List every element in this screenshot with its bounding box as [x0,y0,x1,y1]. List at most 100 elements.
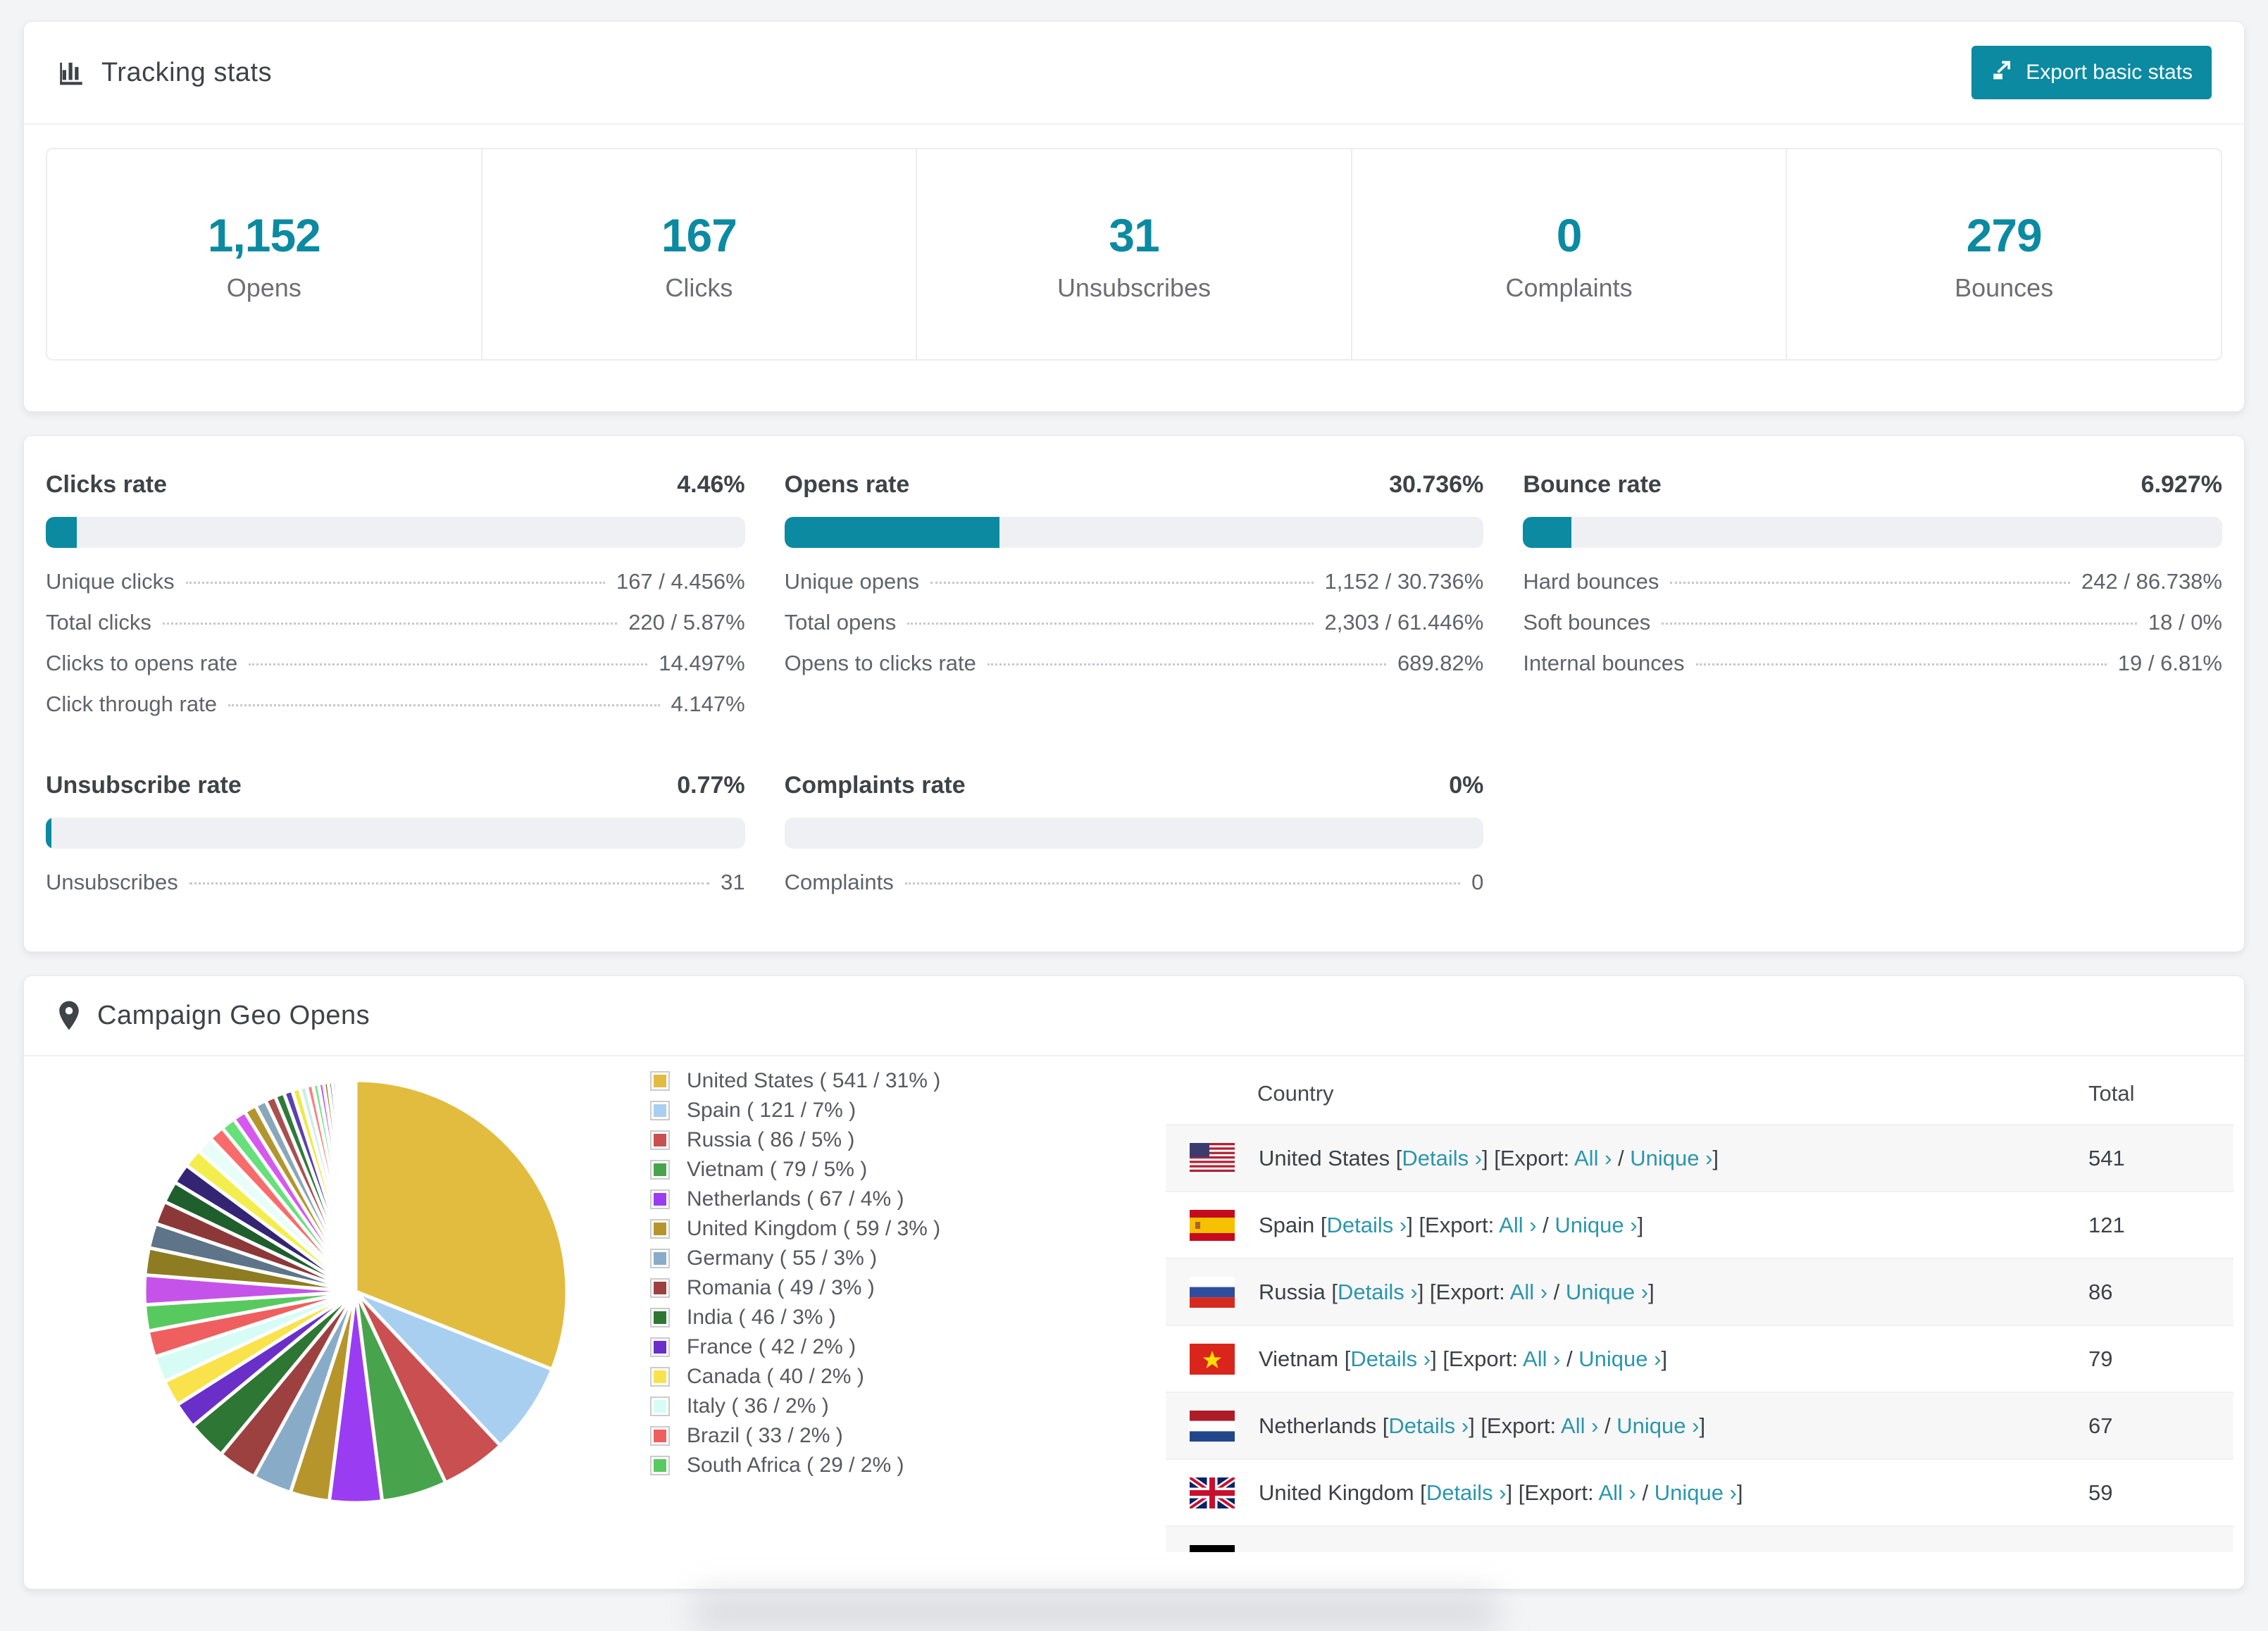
bracket-close: ] [1736,1480,1743,1505]
rate-progress-track [784,517,1484,548]
legend-label: Spain ( 121 / 7% ) [687,1099,856,1122]
stat-label: Unsubscribes [1057,273,1211,302]
legend-swatch-color [654,1341,666,1354]
legend-swatch-color [654,1104,666,1117]
export-all-link[interactable]: All › [1574,1146,1612,1170]
campaign-geo-opens-card: Campaign Geo Opens United States ( 541 /… [23,975,2245,1589]
summary-stats-row: 1,152 Opens 167 Clicks 31 Unsubscribes 0 Compla… [46,148,2222,361]
rates-grid: Clicks rate 4.46% Unique clicks 167 / 4.456… [46,471,2222,911]
export-all-link[interactable]: All › [1499,1213,1536,1237]
rate-progress-fill [46,818,51,849]
legend-swatch [650,1308,670,1327]
legend-item-united-states[interactable]: United States ( 541 / 31% ) [650,1066,940,1096]
flag-icon-us [1190,1142,1235,1174]
details-link[interactable]: Details › [1338,1280,1418,1304]
details-link[interactable]: Details › [1350,1346,1431,1371]
export-unique-link[interactable]: Unique › [1578,1346,1661,1371]
country-name: Spain [ [1259,1212,1327,1237]
legend-item-vietnam[interactable]: Vietnam ( 79 / 5% ) [650,1155,940,1185]
geo-table-header-country: Country [1257,1081,1334,1106]
rate-value: 30.736% [1389,471,1484,498]
legend-swatch-color [654,1311,666,1324]
export-all-link[interactable]: All › [1523,1346,1560,1371]
legend-label: Brazil ( 33 / 2% ) [687,1424,843,1447]
legend-swatch [650,1367,670,1387]
table-row-inner: Russia [Details ›] [Export: All › / Uniq… [1166,1276,2233,1308]
total-cell: 55 [2088,1548,2233,1553]
rate-value: 0.77% [677,772,745,799]
export-unique-link[interactable]: Unique › [1566,1280,1648,1304]
export-all-link[interactable]: All › [1561,1413,1598,1438]
export-unique-link[interactable]: Unique › [1616,1413,1699,1438]
table-row-spain: Spain [Details ›] [Export: All › / Uniqu… [1166,1191,2233,1258]
rate-row-value: 31 [721,870,745,894]
slash-separator: / [1560,1346,1579,1371]
dotted-leader [189,882,710,885]
summary-stat-unsubscribes[interactable]: 31 Unsubscribes [916,149,1351,359]
summary-stat-opens[interactable]: 1,152 Opens [47,149,481,359]
legend-swatch-color [654,1282,666,1294]
legend-item-south-africa[interactable]: South Africa ( 29 / 2% ) [650,1451,940,1480]
legend-item-germany[interactable]: Germany ( 55 / 3% ) [650,1244,940,1273]
country-name: United Kingdom [ [1259,1480,1426,1505]
legend-item-india[interactable]: India ( 46 / 3% ) [650,1303,940,1332]
export-unique-link[interactable]: Unique › [1655,1480,1737,1505]
export-basic-stats-button[interactable]: Export basic stats [1971,46,2212,99]
legend-item-romania[interactable]: Romania ( 49 / 3% ) [650,1273,940,1303]
rate-row-label: Soft bounces [1523,610,1651,635]
legend-item-netherlands[interactable]: Netherlands ( 67 / 4% ) [650,1185,940,1214]
flag-icon-gb [1190,1477,1235,1508]
summary-stat-complaints[interactable]: 0 Complaints [1350,149,1786,359]
details-link[interactable]: Details › [1327,1213,1407,1237]
rate-row-label: Unsubscribes [46,870,178,894]
stat-value: 279 [1966,209,2043,261]
geo-opens-pie-chart[interactable] [130,1066,581,1517]
rate-row-label: Total opens [784,610,897,635]
table-row-germany: Germany [Details ›] [Export: All › / Uni… [1166,1525,2233,1552]
legend-item-spain[interactable]: Spain ( 121 / 7% ) [650,1096,940,1125]
details-link[interactable]: Details › [1361,1548,1441,1553]
pie-slice-other[interactable] [353,1078,358,1294]
legend-item-canada[interactable]: Canada ( 40 / 2% ) [650,1362,940,1392]
export-all-link[interactable]: All › [1510,1280,1547,1304]
export-unique-link[interactable]: Unique › [1554,1213,1637,1237]
export-all-link[interactable]: All › [1598,1480,1635,1505]
details-link[interactable]: Details › [1426,1480,1507,1505]
legend-item-france[interactable]: France ( 42 / 2% ) [650,1332,940,1362]
legend-swatch-color [654,1430,666,1442]
legend-swatch [650,1278,670,1298]
legend-swatch-color [654,1163,666,1176]
total-cell: 541 [2088,1145,2125,1170]
legend-swatch-color [654,1400,666,1413]
legend-item-united-kingdom[interactable]: United Kingdom ( 59 / 3% ) [650,1214,940,1244]
table-row-vietnam: Vietnam [Details ›] [Export: All › / Uni… [1166,1325,2233,1392]
country-cell: Spain [Details ›] [Export: All › / Uniqu… [1259,1213,2088,1238]
country-name: United States [ [1259,1145,1402,1170]
legend-swatch-color [654,1252,666,1265]
legend-label: South Africa ( 29 / 2% ) [687,1454,904,1477]
tracking-stats-card: Tracking stats Export basic stats 1,152 O… [23,21,2245,412]
total-cell: 59 [2088,1480,2113,1505]
legend-item-russia[interactable]: Russia ( 86 / 5% ) [650,1125,940,1155]
rate-row-value: 220 / 5.87% [628,610,745,635]
details-link[interactable]: Details › [1388,1413,1469,1438]
country-cell: Germany [Details ›] [Export: All › / Uni… [1259,1548,2088,1553]
legend-item-brazil[interactable]: Brazil ( 33 / 2% ) [650,1421,940,1451]
rate-row-unsubscribes: Unsubscribes 31 [46,870,745,911]
rate-progress-fill [1523,517,1572,548]
details-link[interactable]: Details › [1402,1146,1482,1170]
tracking-stats-title-text: Tracking stats [101,57,273,87]
legend-label: Romania ( 49 / 3% ) [687,1276,875,1299]
export-unique-link[interactable]: Unique › [1630,1146,1712,1170]
rate-row-label: Complaints [784,870,894,894]
rate-row-total-opens: Total opens 2,303 / 61.446% [785,610,1484,651]
legend-swatch [650,1456,670,1475]
summary-stat-clicks[interactable]: 167 Clicks [480,149,916,359]
export-unique-link[interactable]: Unique › [1589,1548,1671,1553]
summary-stat-bounces[interactable]: 279 Bounces [1786,149,2221,359]
export-all-link[interactable]: All › [1533,1548,1570,1553]
rate-row-soft-bounces: Soft bounces 18 / 0% [1523,610,2222,651]
rate-row-label: Unique clicks [46,569,175,594]
rate-row-label: Total clicks [46,610,151,635]
legend-item-italy[interactable]: Italy ( 36 / 2% ) [650,1392,940,1421]
